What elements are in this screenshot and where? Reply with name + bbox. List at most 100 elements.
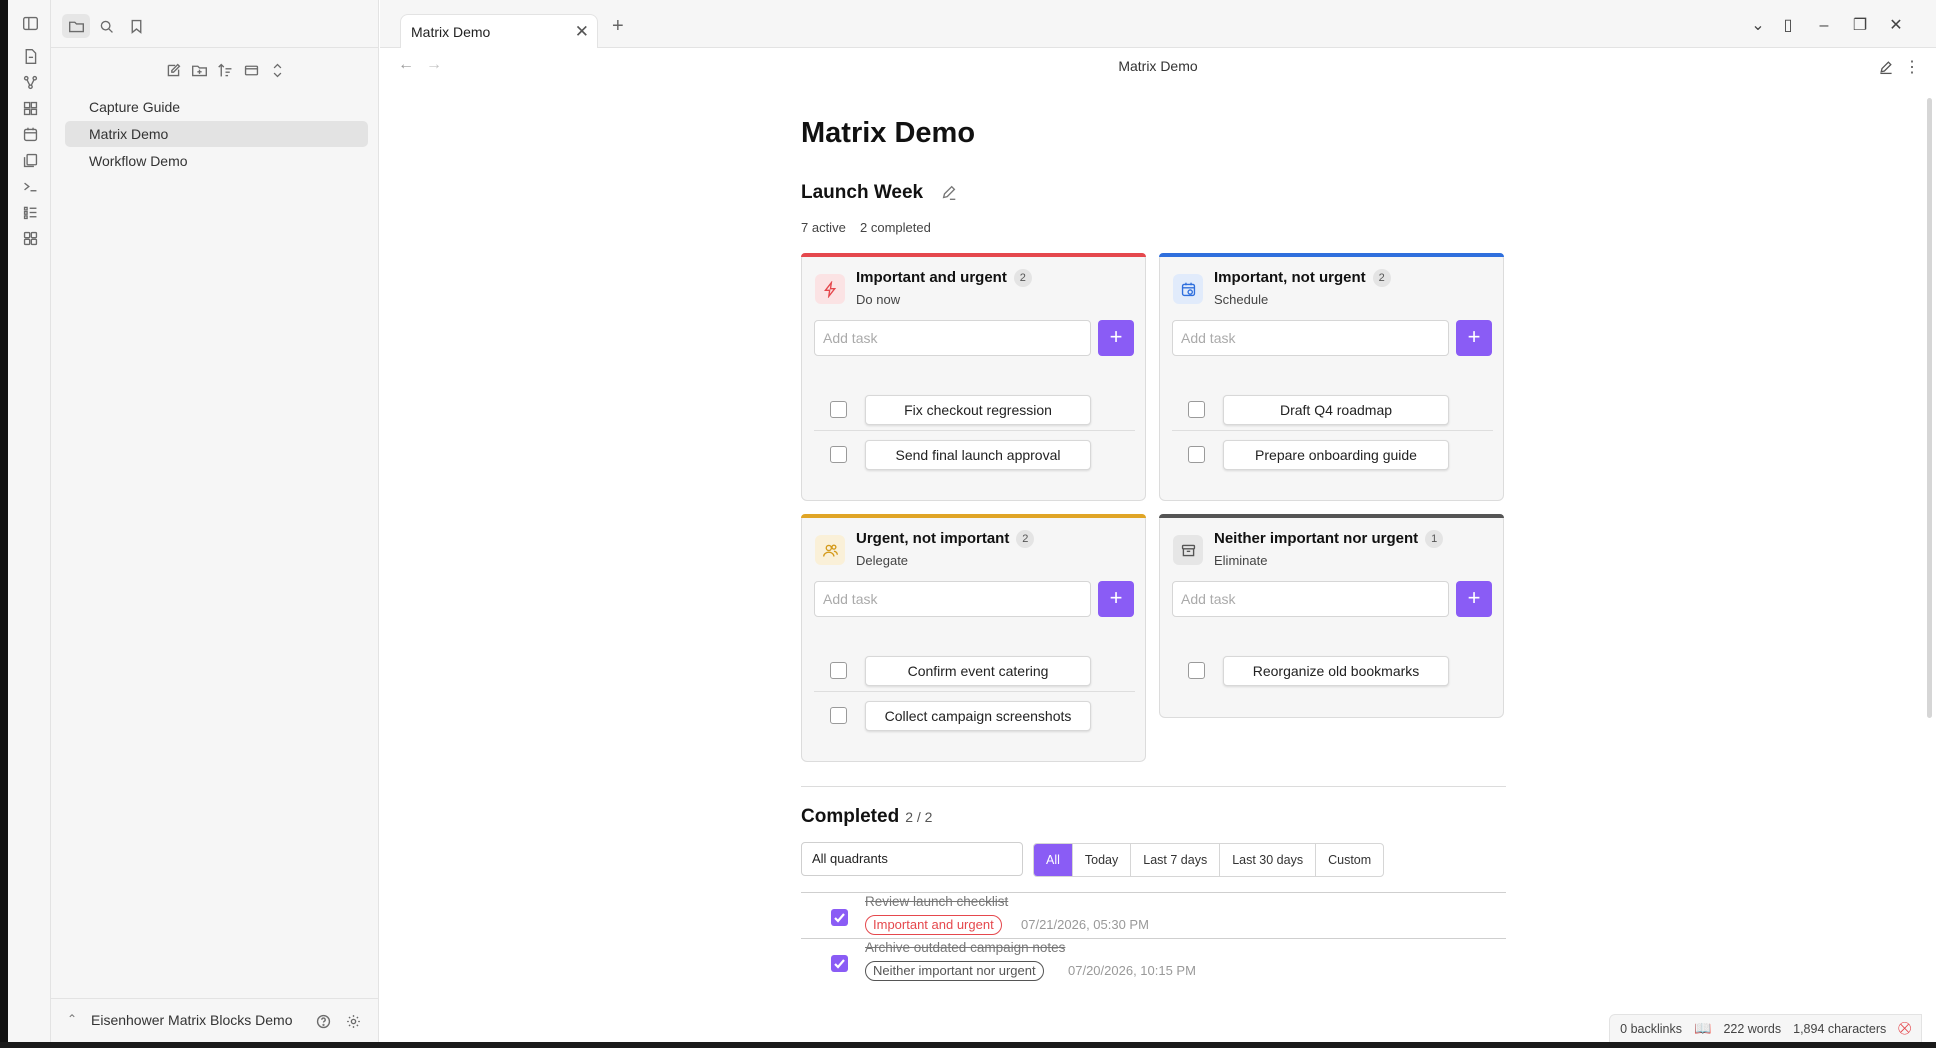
canvas-icon[interactable] xyxy=(20,98,40,118)
file-item-workflow-demo[interactable]: Workflow Demo xyxy=(65,148,368,174)
restore-icon[interactable]: ❐ xyxy=(1848,16,1872,36)
task-checkbox[interactable] xyxy=(830,707,847,724)
task-item[interactable]: Draft Q4 roadmap xyxy=(1223,395,1449,425)
list-icon[interactable] xyxy=(20,202,40,222)
quadrant-tag: Important and urgent xyxy=(865,915,1002,935)
status-bar: 0 backlinks 📖 222 words 1,894 characters… xyxy=(1609,1014,1922,1042)
task-item[interactable]: Prepare onboarding guide xyxy=(1223,440,1449,470)
new-note-icon[interactable] xyxy=(161,59,185,81)
open-quick-switcher-icon[interactable] xyxy=(20,46,40,66)
window-close-icon[interactable]: ✕ xyxy=(1884,16,1908,36)
search-icon[interactable] xyxy=(92,14,120,38)
task-checkbox[interactable] xyxy=(1188,401,1205,418)
task-row: Prepare onboarding guide xyxy=(1172,432,1493,476)
tab-list-chevron-down-icon[interactable]: ⌄ xyxy=(1746,16,1770,36)
vault-name[interactable]: Eisenhower Matrix Blocks Demo xyxy=(91,1012,293,1028)
completed-checkbox[interactable] xyxy=(831,955,848,972)
completed-task-text: Archive outdated campaign notes xyxy=(865,940,1066,955)
completed-count: 2 completed xyxy=(860,220,931,235)
completed-checkbox[interactable] xyxy=(831,909,848,926)
calendar-clock-icon xyxy=(1173,274,1203,304)
filter-today[interactable]: Today xyxy=(1071,844,1130,876)
task-checkbox[interactable] xyxy=(1188,662,1205,679)
task-item[interactable]: Send final launch approval xyxy=(865,440,1091,470)
right-sidebar-toggle-icon[interactable]: ▯ xyxy=(1776,16,1800,36)
backlinks-count[interactable]: 0 backlinks xyxy=(1620,1022,1682,1036)
auto-reveal-icon[interactable] xyxy=(239,59,263,81)
quadrant-important-urgent: Important and urgent2 Do now + Fix check… xyxy=(801,253,1146,501)
edit-mode-pencil-icon[interactable] xyxy=(1876,57,1896,77)
filter-custom[interactable]: Custom xyxy=(1315,844,1383,876)
task-row: Send final launch approval xyxy=(814,432,1135,476)
completed-item: Archive outdated campaign notes Neither … xyxy=(801,940,1506,986)
sync-status-icon[interactable]: ⛒ xyxy=(1898,1021,1911,1036)
add-task-button[interactable]: + xyxy=(1456,320,1492,356)
ribbon xyxy=(8,0,51,1042)
close-icon[interactable]: ✕ xyxy=(575,22,589,42)
task-item[interactable]: Reorganize old bookmarks xyxy=(1223,656,1449,686)
add-task-input[interactable] xyxy=(814,581,1091,617)
add-task-button[interactable]: + xyxy=(1098,320,1134,356)
character-count: 1,894 characters xyxy=(1793,1021,1887,1036)
graph-view-icon[interactable] xyxy=(20,72,40,92)
quadrant-important-not-urgent: Important, not urgent2 Schedule + Draft … xyxy=(1159,253,1504,501)
task-item[interactable]: Confirm event catering xyxy=(865,656,1091,686)
users-icon xyxy=(815,535,845,565)
templates-icon[interactable] xyxy=(20,150,40,170)
new-tab-plus-icon[interactable]: + xyxy=(612,16,624,36)
scrollbar[interactable] xyxy=(1927,98,1932,718)
filter-last-7-days[interactable]: Last 7 days xyxy=(1130,844,1219,876)
sort-icon[interactable] xyxy=(213,59,237,81)
command-palette-icon[interactable] xyxy=(20,176,40,196)
matrix-icon[interactable] xyxy=(20,228,40,248)
more-options-icon[interactable]: ⋮ xyxy=(1902,57,1922,77)
file-explorer-sidebar: Capture Guide Matrix Demo Workflow Demo … xyxy=(51,0,379,1042)
task-checkbox[interactable] xyxy=(830,662,847,679)
window-frame-bottom xyxy=(0,1042,1936,1048)
sidebar-toggle-icon[interactable] xyxy=(20,13,40,33)
task-checkbox[interactable] xyxy=(1188,446,1205,463)
tab-matrix-demo[interactable]: Matrix Demo ✕ xyxy=(400,14,598,48)
view-header: ← → Matrix Demo ⋮ xyxy=(380,48,1936,86)
add-task-input[interactable] xyxy=(814,320,1091,356)
task-checkbox[interactable] xyxy=(830,401,847,418)
section-divider xyxy=(801,786,1506,787)
filter-all[interactable]: All xyxy=(1034,844,1072,876)
view-title[interactable]: Matrix Demo xyxy=(380,58,1936,74)
quadrant-title: Urgent, not important 2 xyxy=(856,530,1035,548)
file-item-capture-guide[interactable]: Capture Guide xyxy=(65,94,368,120)
quadrant-tag: Neither important nor urgent xyxy=(865,961,1044,981)
add-task-input[interactable] xyxy=(1172,320,1449,356)
active-count: 7 active xyxy=(801,220,846,235)
daily-note-icon[interactable] xyxy=(20,124,40,144)
settings-gear-icon[interactable] xyxy=(343,1011,363,1031)
collapse-all-icon[interactable] xyxy=(265,59,289,81)
quadrant-filter-select[interactable]: All quadrants xyxy=(801,842,1023,876)
lightning-icon xyxy=(815,274,845,304)
quadrant-subtitle: Schedule xyxy=(1214,292,1269,307)
quadrant-accent-bar xyxy=(1159,514,1504,518)
chevron-updown-icon[interactable]: ⌃ xyxy=(67,1012,77,1026)
bookmark-icon[interactable] xyxy=(122,14,150,38)
edit-board-pencil-icon[interactable] xyxy=(940,184,960,204)
quadrant-subtitle: Eliminate xyxy=(1214,553,1268,568)
task-row: Confirm event catering xyxy=(814,648,1135,692)
add-task-button[interactable]: + xyxy=(1456,581,1492,617)
task-item[interactable]: Collect campaign screenshots xyxy=(865,701,1091,731)
help-icon[interactable] xyxy=(313,1011,333,1031)
list-divider xyxy=(801,938,1506,939)
add-task-button[interactable]: + xyxy=(1098,581,1134,617)
quadrant-count-badge: 1 xyxy=(1425,530,1444,548)
task-item[interactable]: Fix checkout regression xyxy=(865,395,1091,425)
tab-title: Matrix Demo xyxy=(411,24,491,40)
new-folder-icon[interactable] xyxy=(187,59,211,81)
filter-last-30-days[interactable]: Last 30 days xyxy=(1219,844,1315,876)
task-checkbox[interactable] xyxy=(830,446,847,463)
reading-mode-book-icon[interactable]: 📖 xyxy=(1694,1020,1711,1037)
window-frame-left xyxy=(0,0,8,1048)
file-item-matrix-demo[interactable]: Matrix Demo xyxy=(65,121,368,147)
minimize-icon[interactable]: – xyxy=(1812,16,1836,36)
add-task-input[interactable] xyxy=(1172,581,1449,617)
files-tab-folder-icon[interactable] xyxy=(62,14,90,38)
quadrant-title: Important, not urgent 2 xyxy=(1214,269,1391,287)
